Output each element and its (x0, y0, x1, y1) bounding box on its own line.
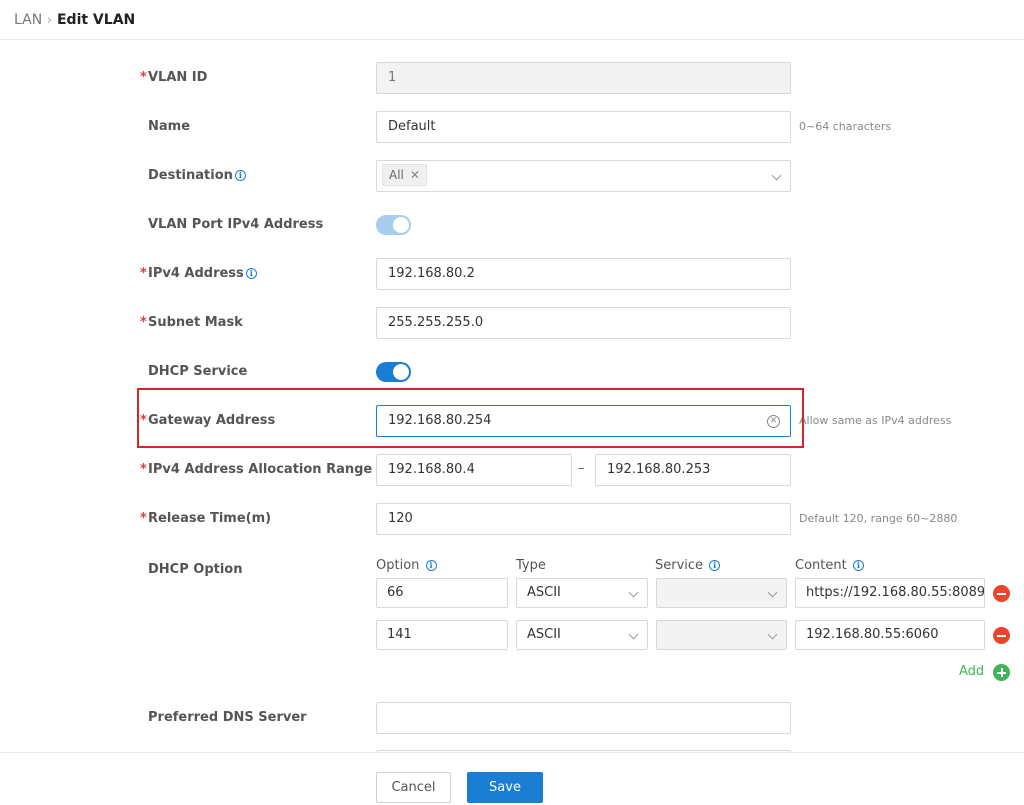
ipv4-address-input[interactable]: 192.168.80.2 (376, 258, 791, 290)
gateway-value: 192.168.80.254 (388, 413, 492, 428)
info-icon[interactable]: i (234, 170, 246, 181)
chevron-right-icon: › (47, 12, 52, 27)
clear-icon[interactable]: ✕ (767, 415, 780, 428)
release-time-hint: Default 120, range 60~2880 (799, 512, 958, 525)
dhcp-option-label: DHCP Option (148, 562, 243, 577)
vlan-port-ipv4-label: VLAN Port IPv4 Address (148, 217, 324, 232)
required-marker: * (140, 462, 147, 477)
option-code-input[interactable]: 141 (376, 620, 508, 650)
save-button[interactable]: Save (467, 772, 543, 803)
chevron-down-icon (628, 587, 639, 598)
vlan-port-ipv4-toggle[interactable] (376, 215, 411, 235)
range-start-input[interactable]: 192.168.80.4 (376, 454, 572, 486)
required-marker: * (140, 315, 147, 330)
col-service: Service i (655, 554, 721, 578)
cancel-button[interactable]: Cancel (376, 772, 451, 803)
gateway-input[interactable]: 192.168.80.254 ✕ (376, 405, 791, 437)
name-label: Name (148, 119, 191, 134)
type-select[interactable]: ASCII (516, 620, 648, 650)
gateway-label: * Gateway Address (140, 405, 275, 437)
toggle-knob (393, 364, 409, 380)
required-marker: * (140, 70, 147, 85)
chevron-down-icon (628, 629, 639, 640)
ipv4-address-label: * IPv4 Address i (140, 258, 257, 290)
destination-select[interactable]: All ✕ (376, 160, 791, 192)
allocation-range-label: * IPv4 Address Allocation Range (140, 454, 372, 486)
row-dhcp-option: DHCP Option Option i Type Service i Cont… (0, 554, 1024, 694)
vlan-id-label: * VLAN ID (140, 62, 207, 94)
add-option-button[interactable]: Add (959, 662, 984, 682)
content-input[interactable]: 192.168.80.55:6060 (795, 620, 985, 650)
option-code-input[interactable]: 66 (376, 578, 508, 608)
row-ipv4-address: * IPv4 Address i 192.168.80.2 (0, 258, 1024, 290)
range-dash: – (578, 461, 585, 476)
dns-preferred-input[interactable] (376, 702, 791, 734)
col-type: Type (516, 558, 546, 573)
remove-icon[interactable] (993, 585, 1010, 602)
subnet-mask-label: * Subnet Mask (140, 307, 243, 339)
page-title: Edit VLAN (56, 11, 136, 28)
range-end-input[interactable]: 192.168.80.253 (595, 454, 791, 486)
info-icon[interactable]: i (425, 560, 437, 571)
row-dhcp-service: DHCP Service (0, 356, 1024, 388)
row-gateway: * Gateway Address 192.168.80.254 ✕ Allow … (0, 405, 1024, 437)
row-name: Name Default 0~64 characters (0, 111, 1024, 143)
chevron-down-icon (767, 629, 778, 640)
type-select[interactable]: ASCII (516, 578, 648, 608)
breadcrumb: LAN › Edit VLAN (0, 0, 1024, 40)
add-icon[interactable] (993, 664, 1010, 681)
row-vlan-port-ipv4: VLAN Port IPv4 Address (0, 209, 1024, 241)
col-option: Option i (376, 554, 437, 578)
required-marker: * (140, 413, 147, 428)
row-allocation-range: * IPv4 Address Allocation Range 192.168.8… (0, 454, 1024, 486)
info-icon[interactable]: i (852, 560, 864, 571)
row-dns-preferred: Preferred DNS Server (0, 702, 1024, 734)
tag-close-icon[interactable]: ✕ (410, 168, 420, 182)
required-marker: * (140, 266, 147, 281)
content-input[interactable]: https://192.168.80.55:8089/ (795, 578, 985, 608)
dhcp-service-toggle[interactable] (376, 362, 411, 382)
service-select[interactable] (656, 578, 787, 608)
service-select[interactable] (656, 620, 787, 650)
row-release-time: * Release Time(m) 120 Default 120, range … (0, 503, 1024, 535)
form-footer: Cancel Save (0, 752, 1024, 805)
release-time-label: * Release Time(m) (140, 503, 271, 535)
release-time-input[interactable]: 120 (376, 503, 791, 535)
row-vlan-id: * VLAN ID 1 (0, 62, 1024, 94)
info-icon[interactable]: i (245, 268, 257, 279)
chevron-down-icon (767, 587, 778, 598)
row-destination: Destination i All ✕ (0, 160, 1024, 192)
gateway-hint: Allow same as IPv4 address (799, 414, 952, 427)
destination-tag: All ✕ (382, 164, 427, 186)
info-icon[interactable]: i (709, 560, 721, 571)
toggle-knob (393, 217, 409, 233)
destination-label: Destination i (148, 160, 246, 192)
vlan-id-input: 1 (376, 62, 791, 94)
chevron-down-icon (771, 170, 782, 181)
subnet-mask-input[interactable]: 255.255.255.0 (376, 307, 791, 339)
breadcrumb-lan-link[interactable]: LAN (14, 12, 42, 28)
col-content: Content i (795, 554, 864, 578)
row-subnet-mask: * Subnet Mask 255.255.255.0 (0, 307, 1024, 339)
remove-icon[interactable] (993, 627, 1010, 644)
dhcp-service-label: DHCP Service (148, 364, 248, 379)
name-hint: 0~64 characters (799, 120, 892, 133)
dns-preferred-label: Preferred DNS Server (148, 710, 307, 725)
edit-vlan-form: * VLAN ID 1 Name Default 0~64 characters … (0, 40, 1024, 752)
required-marker: * (140, 511, 147, 526)
name-input[interactable]: Default (376, 111, 791, 143)
